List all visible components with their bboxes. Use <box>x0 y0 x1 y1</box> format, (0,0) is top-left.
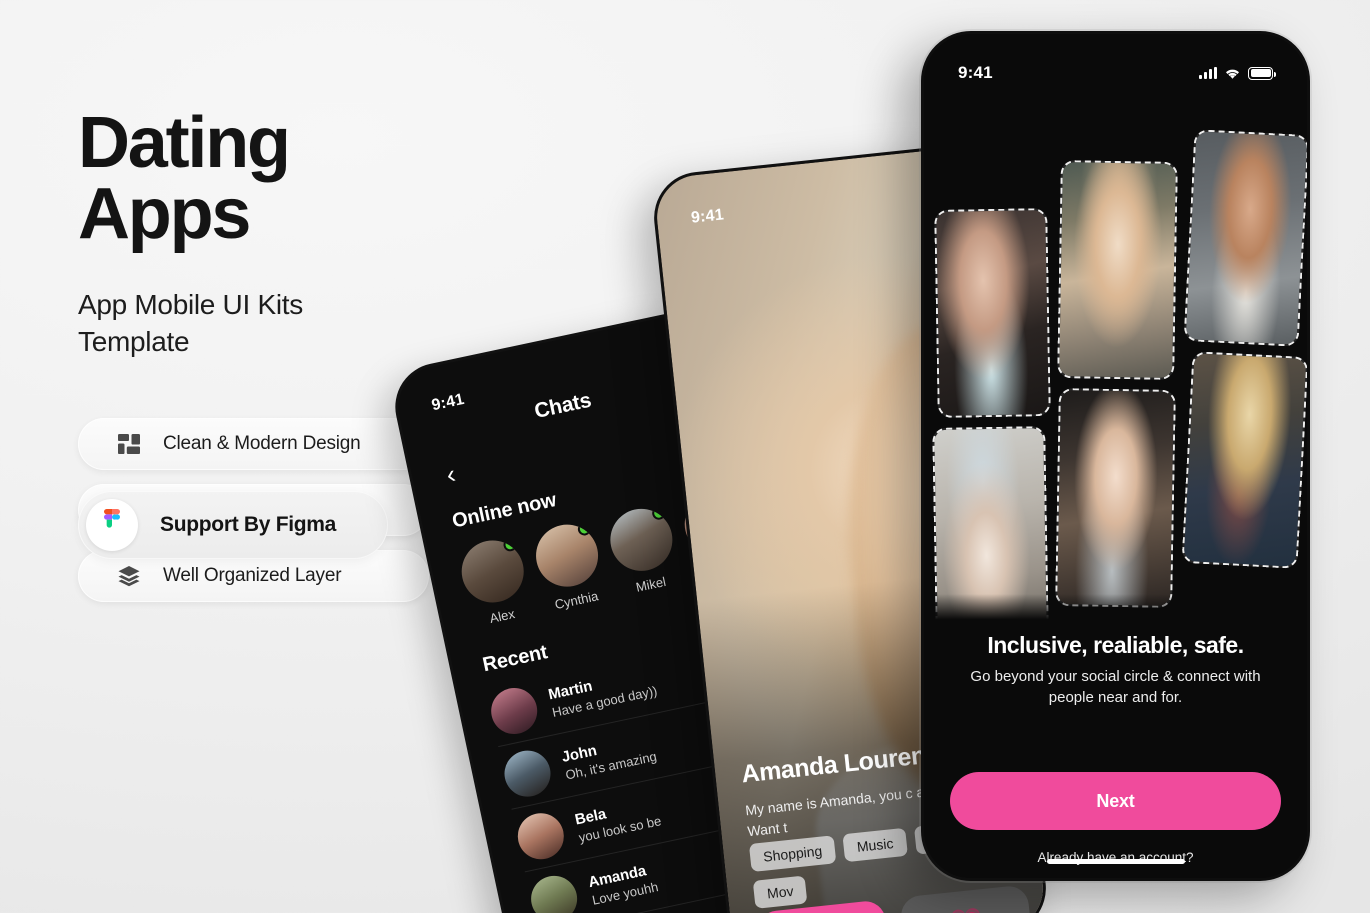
avatar <box>455 534 530 609</box>
avatar <box>513 808 568 864</box>
online-person[interactable]: Alex <box>455 534 534 630</box>
photo-card <box>1057 159 1178 381</box>
interest-tag[interactable]: Mov <box>752 875 808 909</box>
photo-card <box>934 208 1051 418</box>
page-subtitle: App Mobile UI Kits Template <box>78 289 303 358</box>
home-indicator[interactable] <box>1046 859 1185 864</box>
wifi-icon <box>1226 69 1239 79</box>
page-title: Dating Apps <box>78 103 291 254</box>
phone-mockup-onboarding: 9:41 Inclusive, realiable, safe. Go beyo… <box>921 31 1310 881</box>
online-status-dot <box>502 537 518 553</box>
feature-pill-clean-modern-design[interactable]: Clean & Modern Design <box>78 418 429 470</box>
chevron-left-icon[interactable]: ‹ <box>444 458 459 489</box>
status-bar-icons <box>1199 66 1276 80</box>
online-status-dot <box>651 505 667 521</box>
battery-icon <box>1248 66 1276 80</box>
photo-card <box>1055 387 1176 609</box>
online-person[interactable]: Mikel <box>604 503 683 598</box>
avatar <box>530 518 604 593</box>
support-by-figma-badge[interactable]: Support By Figma <box>78 491 388 559</box>
heart-icon: 💗 <box>948 905 983 913</box>
photo-card <box>1181 351 1307 569</box>
feature-label: Clean & Modern Design <box>163 433 361 454</box>
online-now-heading: Online now <box>450 488 559 533</box>
online-person-name: Alex <box>488 606 517 626</box>
next-button[interactable]: Next <box>950 772 1281 830</box>
avatar <box>486 683 542 738</box>
layers-icon <box>116 563 142 589</box>
online-status-dot <box>576 521 593 537</box>
status-bar-time: 9:41 <box>958 63 993 82</box>
online-person-name: Mikel <box>634 573 668 595</box>
photo-card <box>1183 129 1307 347</box>
avatar <box>500 745 555 801</box>
figma-support-label: Support By Figma <box>160 513 337 536</box>
status-bar-time: 9:41 <box>690 206 725 227</box>
feature-label: Well Organized Layer <box>163 565 342 586</box>
online-person[interactable]: Cynthia <box>530 518 608 614</box>
avatar <box>604 503 679 577</box>
onboarding-subheadline: Go beyond your social circle & connect w… <box>970 668 1261 707</box>
status-bar-time: 9:41 <box>430 390 466 415</box>
onboarding-photo-grid <box>924 34 1307 636</box>
status-bar: 9:41 <box>924 60 1307 86</box>
avatar <box>526 871 582 913</box>
grid-layout-icon <box>116 431 142 457</box>
onboarding-headline: Inclusive, realiable, safe. <box>987 632 1244 658</box>
login-link[interactable]: Login <box>924 879 1307 881</box>
figma-logo-icon <box>86 499 138 551</box>
interest-tag[interactable]: Music <box>842 827 908 863</box>
online-person-name: Cynthia <box>553 588 600 613</box>
signal-bars-icon <box>1199 67 1217 79</box>
onboarding-bottom-panel: Inclusive, realiable, safe. Go beyond yo… <box>924 594 1307 878</box>
